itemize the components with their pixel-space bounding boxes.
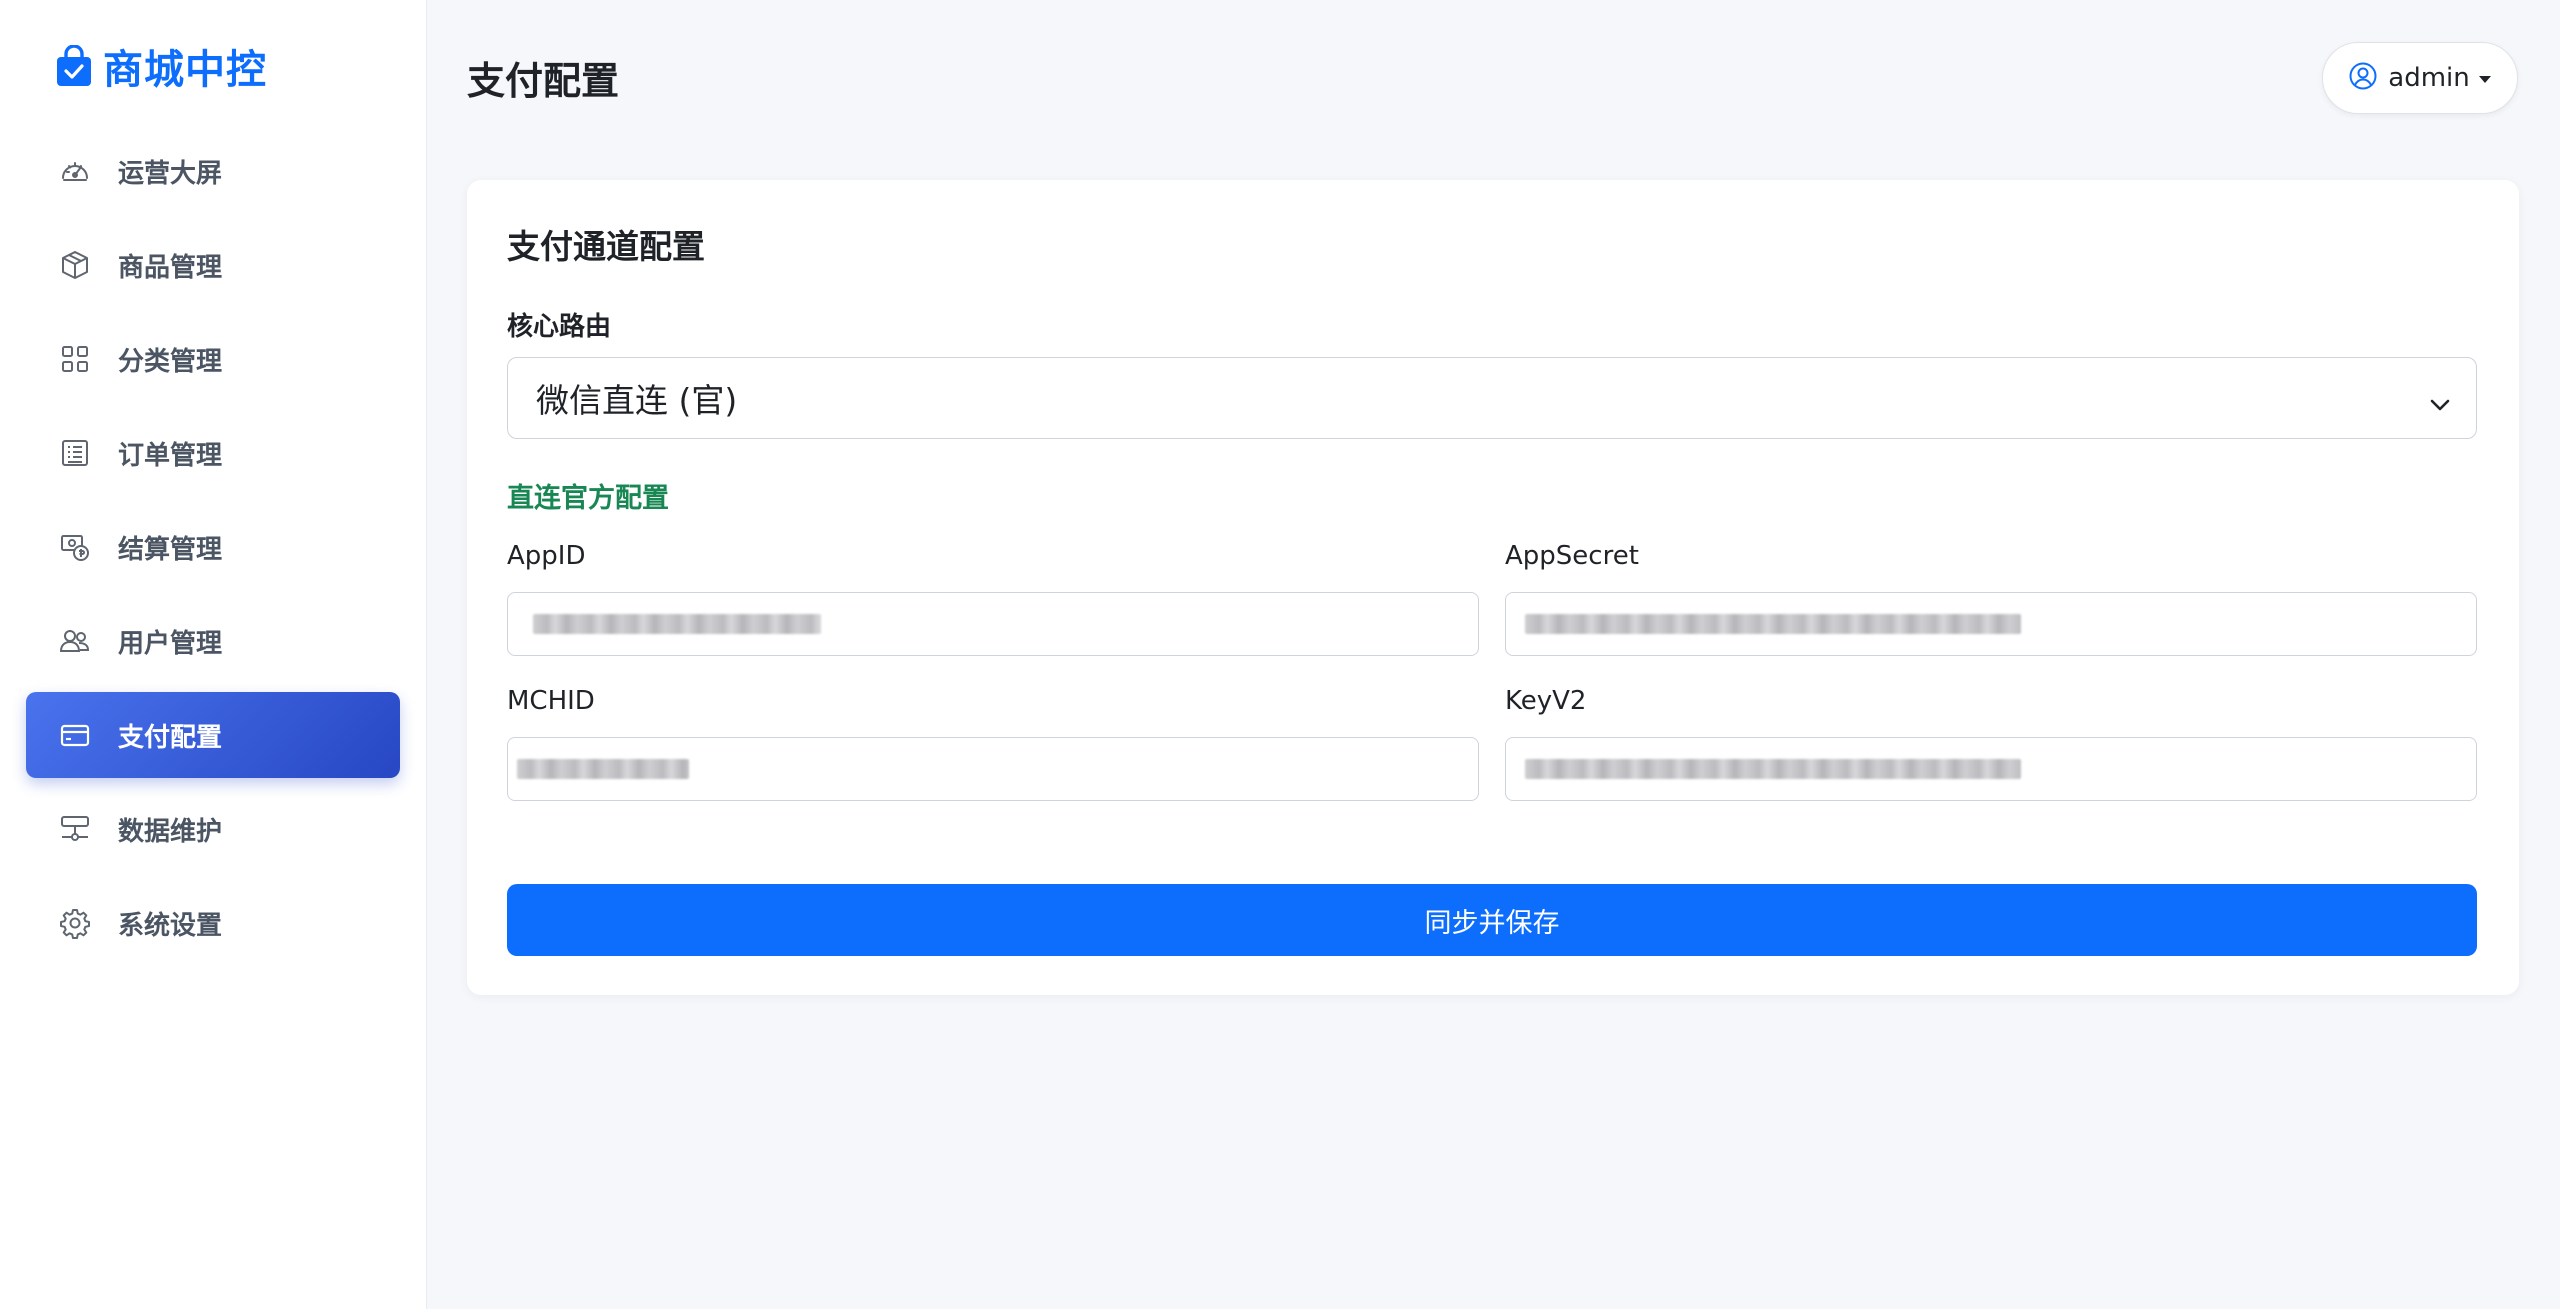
appid-label: AppID	[507, 541, 586, 571]
receipt-list-icon	[58, 436, 92, 470]
route-label: 核心路由	[507, 312, 612, 342]
grid-icon	[58, 342, 92, 376]
sidebar-item-system-settings[interactable]: 系统设置	[26, 880, 400, 966]
card-title: 支付通道配置	[507, 227, 705, 266]
sidebar-item-categories[interactable]: 分类管理	[26, 316, 400, 402]
cash-coin-icon	[58, 530, 92, 564]
gear-icon	[58, 906, 92, 940]
sidebar-item-label: 数据维护	[118, 816, 223, 847]
sidebar-item-label: 商品管理	[118, 252, 223, 283]
brand-name: 商城中控	[103, 47, 267, 93]
user-name: admin	[2388, 63, 2470, 93]
route-selected-value: 微信直连 (官)	[536, 381, 738, 420]
shopping-bag-check-icon	[55, 44, 93, 88]
sidebar-item-payment-config[interactable]: 支付配置	[26, 692, 400, 778]
sidebar-item-data-maintenance[interactable]: 数据维护	[26, 786, 400, 872]
credit-card-icon	[58, 718, 92, 752]
keyv2-input[interactable]	[1505, 737, 2477, 801]
save-button[interactable]: 同步并保存	[507, 884, 2477, 956]
official-config-subtitle: 直连官方配置	[507, 483, 669, 514]
sidebar-item-settlement[interactable]: 结算管理	[26, 504, 400, 590]
mchid-label: MCHID	[507, 686, 595, 716]
server-maintenance-icon	[58, 812, 92, 846]
payment-channel-card: 支付通道配置 核心路由 微信直连 (官) 直连官方配置 AppID AppSec…	[467, 180, 2519, 995]
sidebar-item-users[interactable]: 用户管理	[26, 598, 400, 684]
caret-down-icon	[2478, 69, 2492, 88]
sidebar-nav: 运营大屏 商品管理 分类管理 订单管理 结算管理 用户管理 支付配置 数据维护 …	[26, 128, 400, 974]
keyv2-label: KeyV2	[1505, 686, 1587, 716]
sidebar-item-label: 结算管理	[118, 534, 223, 565]
app-root: 商城中控 运营大屏 商品管理 分类管理 订单管理 结算管理 用户管理 支付配置 …	[0, 0, 2560, 1309]
sidebar-item-label: 订单管理	[118, 440, 223, 471]
sidebar-item-label: 分类管理	[118, 346, 223, 377]
sidebar-item-label: 系统设置	[118, 910, 223, 941]
sidebar-item-orders[interactable]: 订单管理	[26, 410, 400, 496]
sidebar-item-label: 用户管理	[118, 628, 223, 659]
box-icon	[58, 248, 92, 282]
mchid-input[interactable]	[507, 737, 1479, 801]
appid-input[interactable]	[507, 592, 1479, 656]
route-select[interactable]: 微信直连 (官)	[507, 357, 2477, 439]
brand[interactable]: 商城中控	[55, 38, 267, 94]
chevron-down-icon	[2428, 386, 2452, 425]
speedometer-icon	[58, 154, 92, 188]
main-content: 支付配置 admin 支付通道配置 核心路由 微信直连 (官) 直连官方配置 A…	[427, 0, 2560, 1309]
person-circle-icon	[2348, 61, 2378, 95]
sidebar: 商城中控 运营大屏 商品管理 分类管理 订单管理 结算管理 用户管理 支付配置 …	[0, 0, 427, 1309]
appsecret-input[interactable]	[1505, 592, 2477, 656]
user-menu-button[interactable]: admin	[2322, 42, 2518, 114]
page-title: 支付配置	[467, 59, 620, 103]
sidebar-item-label: 运营大屏	[118, 158, 223, 189]
sidebar-item-dashboard[interactable]: 运营大屏	[26, 128, 400, 214]
people-icon	[58, 624, 92, 658]
appsecret-label: AppSecret	[1505, 541, 1639, 571]
sidebar-item-products[interactable]: 商品管理	[26, 222, 400, 308]
sidebar-item-label: 支付配置	[118, 722, 223, 753]
